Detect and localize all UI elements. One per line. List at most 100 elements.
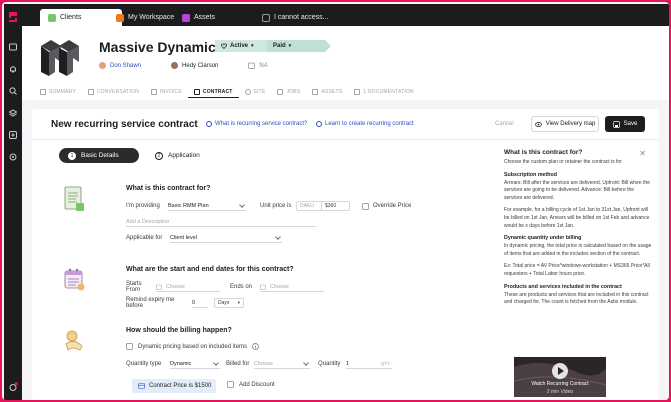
owner-link[interactable]: Don Shawn	[99, 62, 141, 69]
subtab-invoice[interactable]: INVOICE	[145, 86, 188, 98]
video-duration: 2 min Video	[546, 389, 574, 395]
chevron-down-icon	[213, 359, 219, 366]
billed-for-select[interactable]: Choose	[254, 359, 310, 369]
remind-unit-value: Days	[218, 300, 230, 306]
contract-price-chip: Contract Price is $1500	[132, 379, 216, 393]
search-icon[interactable]	[8, 86, 18, 96]
help-text-subscription: Arrears: Bill after the services are del…	[504, 179, 650, 201]
step-basic-details[interactable]: 1 Basic Details	[59, 148, 139, 163]
calendar-icon	[248, 62, 256, 69]
video-thumbnail[interactable]: Watch Recurring Contract 2 min Video	[514, 357, 606, 397]
subtab-summary[interactable]: SUMMARY	[34, 86, 82, 98]
applicable-label: Applicable for	[126, 235, 163, 241]
quantity-type-select[interactable]: Dynamic	[170, 359, 220, 369]
subtab-label: 1 DOCUMENTATION	[363, 89, 414, 95]
amount-value: $360	[325, 203, 337, 209]
subtab-label: SUMMARY	[49, 89, 76, 95]
view-map-label: View Delivery map	[545, 121, 596, 127]
step-application[interactable]: 2 Application	[146, 148, 209, 163]
dynamic-pricing-checkbox[interactable]	[126, 343, 133, 350]
applicable-value: Client level	[170, 234, 197, 241]
paid-status-label: Paid	[273, 43, 286, 49]
tab-ticket[interactable]: I cannot access...	[254, 9, 336, 26]
play-icon[interactable]	[552, 363, 568, 379]
main-area: Massive Dynamic Active ▾ Paid ▾ Don Shaw…	[22, 26, 669, 400]
tab-label: I cannot access...	[274, 14, 329, 21]
tab-my-workspace[interactable]: My Workspace	[108, 9, 182, 26]
assets-icon	[312, 89, 319, 95]
remind-days-input[interactable]: 0	[192, 298, 208, 308]
help-link-label: Learn to create recurring contract	[325, 121, 414, 127]
contact-name: Hedy Clarson	[182, 62, 219, 69]
layers-icon[interactable]	[8, 108, 18, 118]
documentation-icon	[354, 89, 361, 95]
step-number: 1	[68, 151, 76, 160]
close-icon[interactable]: ✕	[639, 149, 646, 158]
video-title: Watch Recurring Contract	[531, 381, 589, 387]
owner-name: Don Shawn	[110, 62, 142, 69]
help-text-dynamic: In dynamic pricing, the total price is c…	[504, 243, 652, 257]
currency-value: DAEU	[300, 203, 314, 209]
cancel-button[interactable]: Cancel	[495, 121, 514, 127]
tab-assets[interactable]: Assets	[174, 9, 223, 26]
description-row: Add a Description	[126, 217, 316, 227]
help-link-learn[interactable]: Learn to create recurring contract	[316, 121, 414, 127]
date-info: NA	[248, 62, 268, 69]
help-subtitle-products: Products and services included in the co…	[504, 283, 622, 290]
subtab-assets[interactable]: ASSETS	[306, 86, 348, 98]
client-header: Massive Dynamic Active ▾ Paid ▾ Don Shaw…	[22, 26, 669, 100]
help-text-example: For example, for a billing cycle of 1st …	[504, 207, 650, 229]
app-frame: Clients My Workspace Assets I cannot acc…	[0, 0, 671, 402]
subtab-contract[interactable]: CONTRACT	[187, 86, 239, 98]
add-icon[interactable]	[8, 130, 18, 140]
summary-icon	[40, 89, 46, 95]
help-link-what-is[interactable]: What is recurring service contract?	[206, 121, 307, 127]
amount-input[interactable]: $360	[322, 201, 350, 211]
subtab-jobs[interactable]: JOBS	[271, 86, 306, 98]
providing-label: I'm providing	[126, 203, 160, 209]
description-input[interactable]: Add a Description	[126, 217, 316, 227]
start-date-picker[interactable]: Choose	[156, 282, 220, 292]
add-discount-row: Add Discount	[227, 381, 275, 388]
owner-avatar	[99, 62, 106, 69]
currency-select[interactable]: DAEU	[296, 201, 322, 211]
remind-row: Remind expiry me before 0 Days ▾	[126, 297, 244, 309]
quantity-input[interactable]: 1 QTY	[346, 359, 392, 369]
tab-label: Clients	[60, 14, 82, 21]
help-text-formula: Ex: Total price = AV Price*windows-works…	[504, 263, 650, 277]
price-icon	[138, 383, 145, 389]
bell-icon[interactable]	[8, 64, 18, 74]
subtab-documentation[interactable]: 1 DOCUMENTATION	[348, 86, 420, 98]
remind-label: Remind expiry me before	[126, 297, 175, 309]
chevron-down-icon: ▾	[251, 43, 254, 49]
subtab-label: ASSETS	[321, 89, 343, 95]
help-subtitle-dynamic: Dynamic quantity under billing	[504, 235, 582, 242]
home-icon[interactable]	[8, 42, 18, 52]
view-delivery-map-button[interactable]: View Delivery map	[531, 116, 599, 132]
timer-icon[interactable]	[8, 382, 18, 392]
contact[interactable]: Hedy Clarson	[171, 62, 218, 69]
providing-row: I'm providing Basic RMM Plan Unit price …	[126, 201, 411, 211]
applicable-select[interactable]: Client level	[170, 233, 282, 243]
save-button[interactable]: Save	[605, 116, 645, 132]
settings-icon[interactable]	[8, 152, 18, 162]
help-link-label: What is recurring service contract?	[215, 121, 308, 127]
help-title: What is this contract for?	[504, 149, 583, 156]
providing-select[interactable]: Basic RMM Plan	[168, 201, 246, 211]
calendar-icon	[260, 284, 266, 290]
subtab-conversation[interactable]: CONVERSATION	[82, 86, 145, 98]
unit-price-label: Unit price is	[260, 203, 292, 209]
remind-unit-select[interactable]: Days ▾	[214, 298, 244, 308]
heart-icon	[221, 43, 227, 49]
override-price-checkbox[interactable]	[362, 202, 369, 210]
question-icon	[316, 121, 322, 127]
status-badge[interactable]: Active ▾ Paid ▾	[215, 40, 331, 52]
quantity-value: 1	[346, 360, 350, 367]
help-intro: Choose the custom plan or retainer the c…	[504, 159, 622, 165]
help-subtitle-subscription: Subscription method	[504, 171, 557, 178]
subtab-label: CONVERSATION	[96, 89, 139, 95]
subtab-site[interactable]: SITE	[239, 86, 272, 98]
info-icon[interactable]	[252, 343, 259, 350]
add-discount-checkbox[interactable]	[227, 381, 234, 388]
end-date-picker[interactable]: Choose	[260, 282, 324, 292]
